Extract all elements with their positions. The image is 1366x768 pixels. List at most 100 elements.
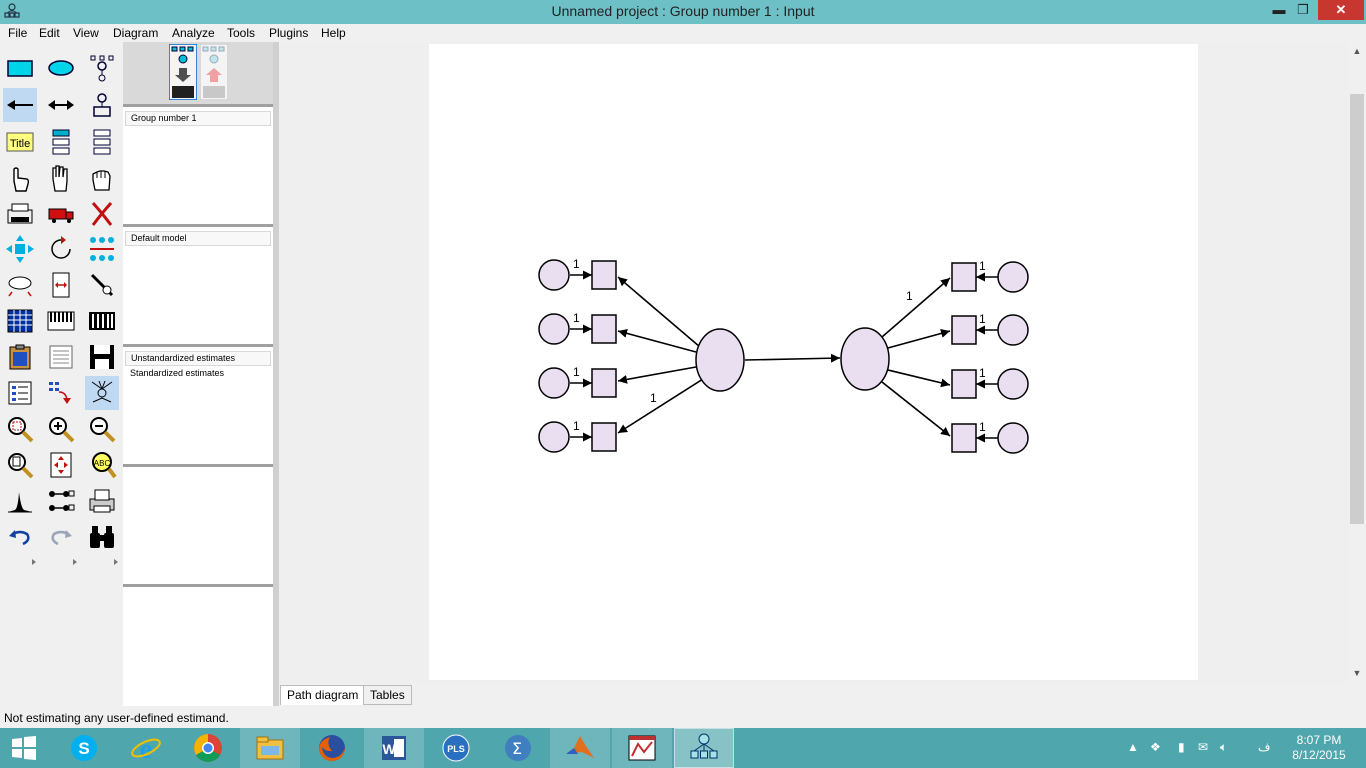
object-properties-tool[interactable] (3, 376, 37, 410)
taskbar-skype[interactable]: S (54, 728, 114, 768)
zoom-in-tool[interactable] (44, 412, 78, 446)
path-label[interactable]: 1 (979, 420, 986, 434)
path-label[interactable]: 1 (573, 257, 580, 271)
degrees-of-freedom-tool[interactable] (3, 484, 37, 518)
draw-unobserved-variable-tool[interactable] (44, 51, 78, 85)
path-label[interactable]: 1 (979, 259, 986, 273)
erase-objects-tool[interactable] (85, 197, 119, 231)
path-arrow[interactable] (887, 369, 951, 388)
taskbar-matlab[interactable] (550, 728, 610, 768)
taskbar-firefox[interactable] (302, 728, 362, 768)
path-label[interactable]: 1 (573, 365, 580, 379)
draw-path-tool[interactable] (3, 88, 37, 122)
error-variable[interactable] (538, 259, 570, 291)
error-variable[interactable] (997, 422, 1029, 454)
view-text-output-tool[interactable] (44, 340, 78, 374)
move-parameter-tool[interactable] (3, 268, 37, 302)
unstandardized-estimates-option[interactable]: Unstandardized estimates (125, 351, 271, 366)
scroll-up-icon[interactable]: ▲ (1348, 46, 1366, 56)
list-variables-in-model-tool[interactable] (44, 125, 78, 159)
list-variables-in-dataset-tool[interactable] (85, 125, 119, 159)
view-page-tool[interactable] (3, 448, 37, 482)
menu-analyze[interactable]: Analyze (172, 26, 215, 40)
menu-view[interactable]: View (73, 26, 99, 40)
taskbar-internet-explorer[interactable]: e (116, 728, 176, 768)
latent-variable[interactable] (695, 328, 745, 392)
path-diagram[interactable]: 1 1 1 1 1 1 1 1 1 1 (429, 44, 1198, 680)
path-label[interactable]: 1 (979, 366, 986, 380)
scrollbar-thumb[interactable] (1350, 94, 1364, 524)
expand-icon[interactable] (71, 558, 79, 566)
view-input-path-diagram-button[interactable] (169, 44, 197, 100)
change-shape-tool[interactable] (3, 232, 37, 266)
print-tool[interactable] (85, 484, 119, 518)
zoom-out-tool[interactable] (85, 412, 119, 446)
select-one-object-tool[interactable] (3, 162, 37, 196)
show-hidden-icons-icon[interactable]: ▲ (1127, 740, 1139, 754)
figure-caption-tool[interactable]: Title (3, 125, 37, 159)
standardized-estimates-option[interactable]: Standardized estimates (123, 366, 273, 380)
path-label[interactable]: 1 (979, 312, 986, 326)
reflect-indicators-tool[interactable] (85, 232, 119, 266)
taskbar-chrome[interactable] (178, 728, 238, 768)
rotate-indicators-tool[interactable] (44, 232, 78, 266)
observed-variable[interactable] (591, 260, 617, 290)
taskbar-word[interactable]: W (364, 728, 424, 768)
observed-variable[interactable] (951, 315, 977, 345)
battery-icon[interactable]: ▮ (1178, 740, 1185, 754)
redo-tool[interactable] (44, 520, 78, 554)
drag-properties-tool[interactable] (44, 376, 78, 410)
observed-variable[interactable] (951, 262, 977, 292)
path-arrow[interactable] (881, 277, 951, 338)
expand-icon[interactable] (112, 558, 120, 566)
taskbar-sigmaplot[interactable]: Σ (488, 728, 548, 768)
error-variable[interactable] (997, 314, 1029, 346)
zoom-select-tool[interactable] (3, 412, 37, 446)
observed-variable[interactable] (591, 368, 617, 398)
select-all-objects-tool[interactable] (44, 162, 78, 196)
path-label[interactable]: 1 (906, 289, 913, 303)
menu-file[interactable]: File (8, 26, 27, 40)
group-item[interactable]: Group number 1 (125, 111, 271, 126)
touch-up-tool[interactable] (85, 268, 119, 302)
path-label[interactable]: 1 (573, 419, 580, 433)
add-unique-variable-tool[interactable] (85, 88, 119, 122)
close-button[interactable]: ✕ (1318, 0, 1364, 20)
model-item[interactable]: Default model (125, 231, 271, 246)
error-variable[interactable] (997, 368, 1029, 400)
tab-tables[interactable]: Tables (363, 685, 412, 705)
path-label[interactable]: 1 (650, 391, 657, 405)
menu-help[interactable]: Help (321, 26, 346, 40)
path-arrow[interactable] (887, 329, 951, 349)
move-objects-tool[interactable] (44, 197, 78, 231)
path-arrow[interactable] (744, 353, 841, 363)
path-arrow[interactable] (617, 366, 697, 384)
draw-observed-variable-tool[interactable] (3, 51, 37, 85)
observed-variable[interactable] (951, 423, 977, 453)
diagram-page[interactable]: 1 1 1 1 1 1 1 1 1 1 (429, 44, 1198, 680)
view-output-path-diagram-button[interactable] (200, 44, 228, 100)
error-variable[interactable] (997, 261, 1029, 293)
select-data-files-tool[interactable] (3, 304, 37, 338)
minimize-button[interactable]: ▬ (1268, 0, 1290, 20)
draw-covariance-tool[interactable] (44, 88, 78, 122)
scroll-tool[interactable] (44, 268, 78, 302)
volume-icon[interactable]: 🔈︎ (1220, 740, 1227, 755)
taskbar-amos[interactable] (674, 728, 734, 768)
taskbar-smartpls[interactable]: PLS (426, 728, 486, 768)
input-language-indicator[interactable]: ف (1258, 740, 1270, 754)
vertical-scrollbar[interactable]: ▲ ▼ (1348, 42, 1366, 684)
menu-diagram[interactable]: Diagram (113, 26, 158, 40)
start-button[interactable] (0, 728, 48, 768)
magnify-tool[interactable]: ABC (85, 448, 119, 482)
error-variable[interactable] (538, 367, 570, 399)
path-arrow[interactable] (617, 378, 704, 434)
menu-edit[interactable]: Edit (39, 26, 60, 40)
maximize-button[interactable]: ❐ (1292, 0, 1314, 20)
latent-variable[interactable] (840, 327, 890, 391)
path-label[interactable]: 1 (573, 311, 580, 325)
network-icon[interactable]: ✉ (1198, 740, 1208, 754)
fit-to-page-tool[interactable] (44, 448, 78, 482)
dropbox-icon[interactable]: ❖ (1150, 740, 1161, 754)
clock[interactable]: 8:07 PM 8/12/2015 (1278, 733, 1360, 763)
